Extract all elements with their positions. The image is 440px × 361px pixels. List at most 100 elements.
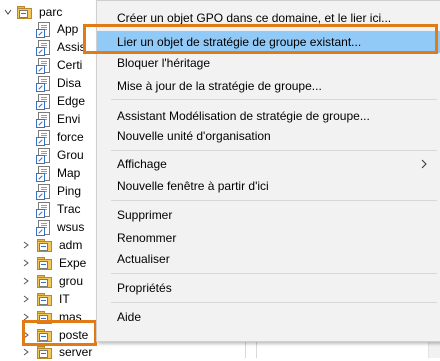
tree-gpo-link[interactable]: Certi bbox=[36, 56, 84, 74]
expand-chevron-icon[interactable] bbox=[22, 294, 30, 304]
menu-item-label: Mise à jour de la stratégie de groupe... bbox=[117, 79, 322, 93]
gpo-link-icon bbox=[36, 76, 50, 92]
menu-item-label: Assistant Modélisation de stratégie de g… bbox=[117, 109, 370, 123]
ou-folder-icon bbox=[36, 256, 52, 270]
menu-item-label: Créer un objet GPO dans ce domaine, et l… bbox=[117, 11, 392, 25]
gpo-link-icon bbox=[36, 40, 50, 56]
gpo-link-label: App bbox=[57, 22, 79, 36]
gpo-link-label: Certi bbox=[57, 58, 83, 72]
menu-item-label: Nouvelle fenêtre à partir d'ici bbox=[117, 179, 269, 193]
menu-item-label: Affichage bbox=[117, 157, 167, 171]
gpo-link-label: Disa bbox=[57, 76, 82, 90]
menu-item-create-gpo[interactable]: Créer un objet GPO dans ce domaine, et l… bbox=[97, 7, 440, 29]
ou-label: poste bbox=[59, 328, 89, 342]
expand-chevron-icon[interactable] bbox=[22, 276, 30, 286]
gpo-link-icon bbox=[36, 184, 50, 200]
ou-folder-icon bbox=[36, 310, 52, 324]
tree-node-label: parc bbox=[39, 5, 63, 19]
gpo-link-icon bbox=[36, 148, 50, 164]
gpo-link-icon bbox=[36, 58, 50, 74]
tree-gpo-link[interactable]: Assis bbox=[36, 38, 88, 56]
ou-folder-icon bbox=[36, 345, 52, 359]
tree-node-parc[interactable]: parc bbox=[4, 3, 64, 21]
menu-item-label: Lier un objet de stratégie de groupe exi… bbox=[117, 35, 362, 49]
tree-gpo-link[interactable]: wsus bbox=[36, 218, 86, 236]
ou-label: IT bbox=[59, 292, 70, 306]
gpo-link-label: wsus bbox=[57, 220, 85, 234]
menu-item-label: Propriétés bbox=[117, 281, 172, 295]
submenu-arrow-icon bbox=[421, 159, 427, 169]
expand-chevron-icon[interactable] bbox=[22, 347, 30, 357]
menu-item-link-existing-gpo[interactable]: Lier un objet de stratégie de groupe exi… bbox=[97, 31, 440, 53]
menu-item-label: Actualiser bbox=[117, 252, 170, 266]
tree-gpo-link[interactable]: Trac bbox=[36, 200, 83, 218]
tree-gpo-link[interactable]: force bbox=[36, 128, 86, 146]
expand-chevron-icon[interactable] bbox=[22, 240, 30, 250]
tree-gpo-link[interactable]: Grou bbox=[36, 146, 86, 164]
menu-item-properties[interactable]: Propriétés bbox=[97, 277, 440, 299]
menu-item-delete[interactable]: Supprimer bbox=[97, 204, 440, 226]
ou-label: Expe bbox=[59, 256, 87, 270]
menu-separator bbox=[111, 200, 437, 201]
menu-item-modeling-wizard[interactable]: Assistant Modélisation de stratégie de g… bbox=[97, 105, 440, 127]
tree-node-ou[interactable]: Expe bbox=[22, 254, 88, 272]
gpo-link-label: Assis bbox=[57, 40, 86, 54]
menu-item-refresh[interactable]: Actualiser bbox=[97, 248, 440, 270]
ou-folder-icon bbox=[36, 328, 52, 342]
menu-item-help[interactable]: Aide bbox=[97, 306, 440, 328]
gpo-link-label: force bbox=[57, 130, 84, 144]
menu-item-new-window[interactable]: Nouvelle fenêtre à partir d'ici bbox=[97, 175, 440, 197]
tree-node-ou[interactable]: IT bbox=[22, 290, 72, 308]
gpo-link-label: Ping bbox=[57, 184, 82, 198]
ou-folder-icon bbox=[36, 274, 52, 288]
gpo-link-label: Grou bbox=[57, 148, 84, 162]
menu-item-label: Renommer bbox=[117, 231, 177, 245]
menu-item-label: Supprimer bbox=[117, 208, 173, 222]
ou-folder-icon bbox=[16, 5, 32, 19]
gpo-link-label: Trac bbox=[57, 202, 81, 216]
gpo-link-icon bbox=[36, 202, 50, 218]
expand-chevron-icon[interactable] bbox=[22, 330, 30, 340]
tree-gpo-link[interactable]: Edge bbox=[36, 92, 87, 110]
tree-node-ou[interactable]: adm bbox=[22, 236, 84, 254]
gpo-link-label: Map bbox=[57, 166, 81, 180]
menu-item-label: Nouvelle unité d'organisation bbox=[117, 129, 271, 143]
gpo-link-icon bbox=[36, 22, 50, 38]
menu-item-block-inheritance[interactable]: Bloquer l'héritage bbox=[97, 52, 440, 74]
gpo-link-icon bbox=[36, 112, 50, 128]
gpo-link-label: Edge bbox=[57, 94, 86, 108]
gpo-link-icon bbox=[36, 220, 50, 236]
menu-separator bbox=[111, 99, 437, 100]
menu-item-view[interactable]: Affichage bbox=[97, 153, 440, 175]
menu-separator bbox=[111, 302, 437, 303]
expand-chevron-icon[interactable] bbox=[22, 258, 30, 268]
collapse-chevron-icon[interactable] bbox=[4, 7, 12, 17]
ou-label: mas bbox=[59, 310, 82, 324]
menu-item-rename[interactable]: Renommer bbox=[97, 227, 440, 249]
tree-node-ou[interactable]: server bbox=[22, 343, 94, 361]
menu-item-label: Bloquer l'héritage bbox=[117, 56, 211, 70]
menu-item-new-ou[interactable]: Nouvelle unité d'organisation bbox=[97, 125, 440, 147]
tree-gpo-link[interactable]: Ping bbox=[36, 182, 83, 200]
tree-node-ou[interactable]: mas bbox=[22, 308, 84, 326]
expand-chevron-icon[interactable] bbox=[22, 312, 30, 322]
gpo-link-label: Envi bbox=[57, 112, 81, 126]
context-menu: Créer un objet GPO dans ce domaine, et l… bbox=[96, 0, 440, 342]
gpo-link-icon bbox=[36, 94, 50, 110]
tree-node-ou[interactable]: grou bbox=[22, 272, 85, 290]
tree-gpo-link[interactable]: Map bbox=[36, 164, 82, 182]
tree-gpo-link[interactable]: Envi bbox=[36, 110, 82, 128]
ou-label: server bbox=[59, 345, 93, 359]
gpo-link-icon bbox=[36, 130, 50, 146]
tree-gpo-link[interactable]: Disa bbox=[36, 74, 83, 92]
tree-node-ou-poste[interactable]: poste bbox=[22, 326, 90, 344]
ou-folder-icon bbox=[36, 292, 52, 306]
menu-separator bbox=[111, 273, 437, 274]
ou-label: adm bbox=[59, 238, 83, 252]
menu-separator bbox=[111, 150, 437, 151]
tree-gpo-link[interactable]: App bbox=[36, 20, 80, 38]
menu-item-label: Aide bbox=[117, 310, 142, 324]
gpo-link-icon bbox=[36, 166, 50, 182]
ou-label: grou bbox=[59, 274, 84, 288]
menu-item-gpupdate[interactable]: Mise à jour de la stratégie de groupe... bbox=[97, 75, 440, 97]
